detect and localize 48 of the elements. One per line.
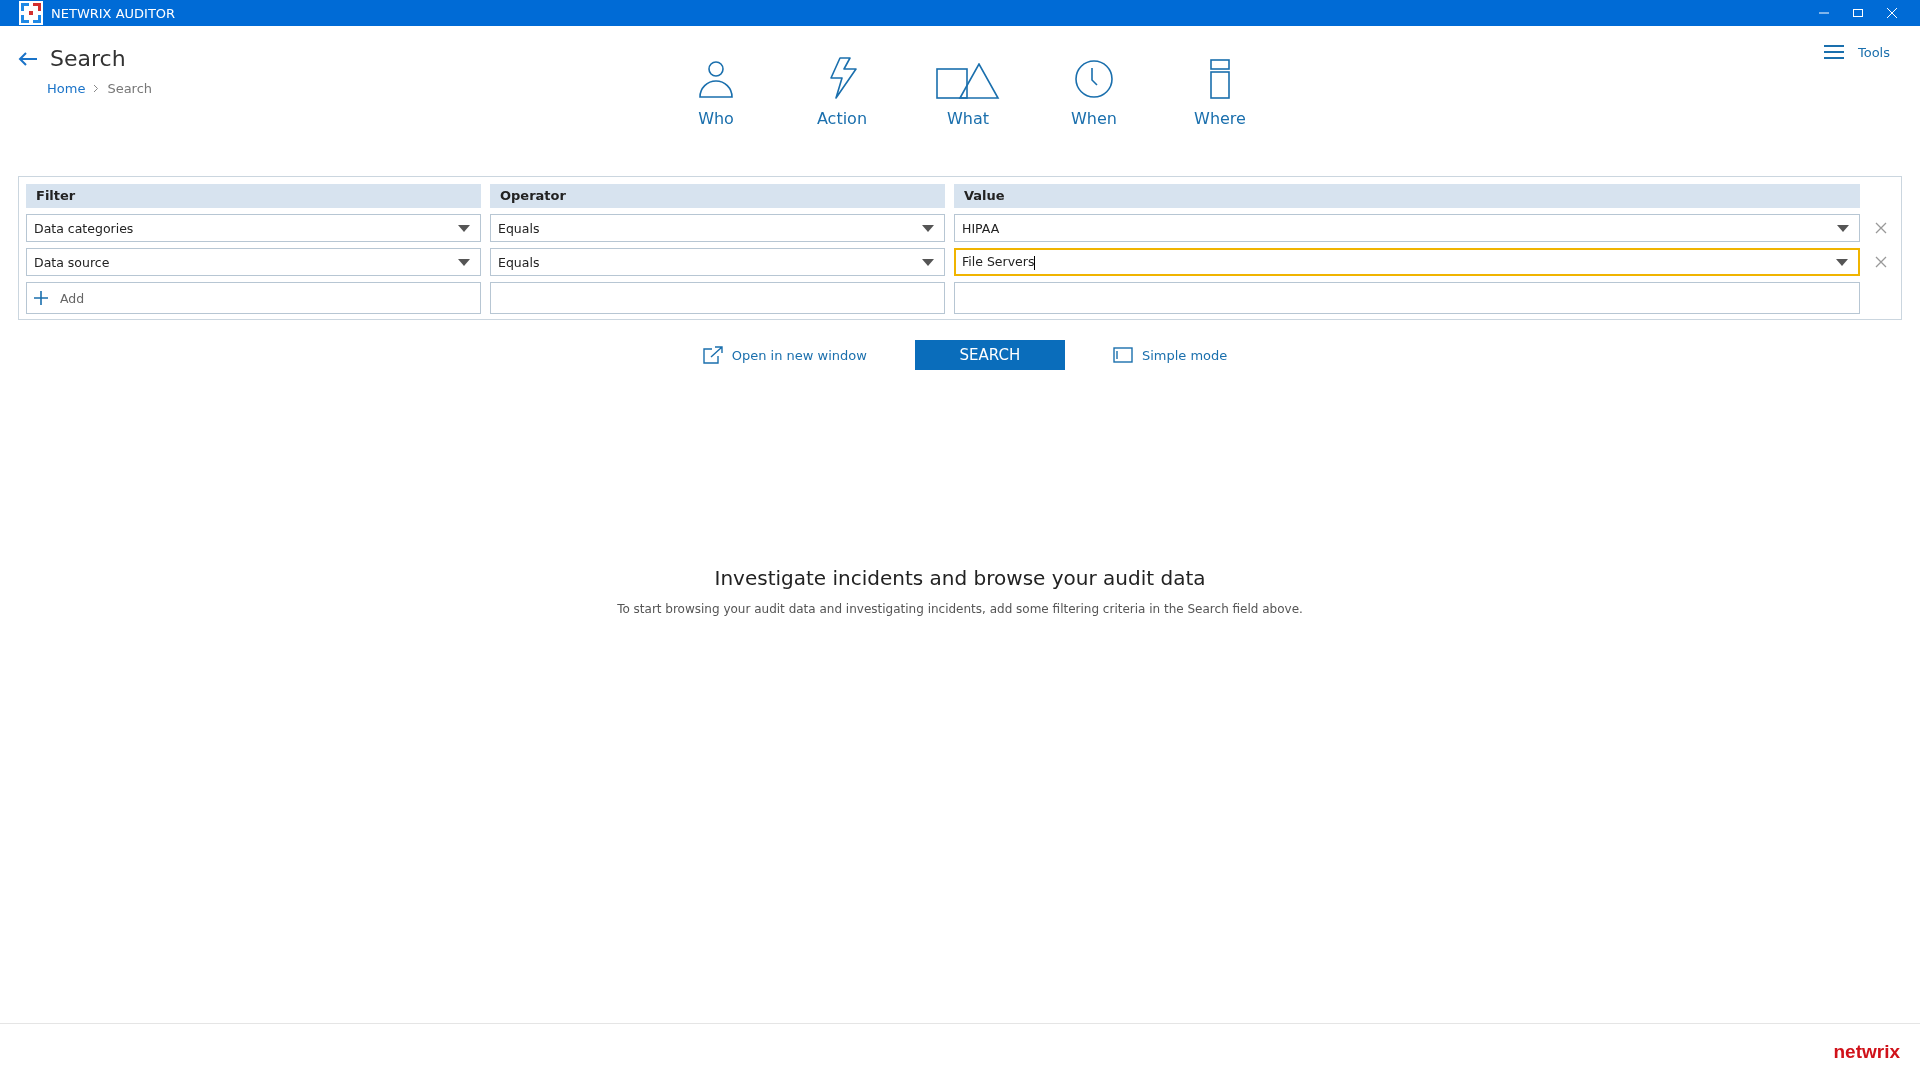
maximize-icon[interactable] [1852,7,1864,19]
operator-dropdown[interactable]: Equals [490,214,945,242]
caret-icon [922,258,934,266]
server-icon [1209,59,1231,99]
shapes-icon [936,63,1000,99]
filter-dropdown[interactable]: Data categories [26,214,481,242]
page-title: Search [50,46,126,71]
remove-icon[interactable] [1875,222,1887,234]
nav-button[interactable]: Who [653,44,779,128]
caret-icon [922,224,934,232]
clock-icon [1074,59,1114,99]
caret-icon [1836,258,1848,266]
search-button[interactable]: SEARCH [914,340,1065,370]
window-title: NETWRIX AUDITOR [51,5,176,21]
nav-button[interactable]: Where [1157,44,1283,128]
value-combobox[interactable]: HIPAA [954,214,1860,242]
empty-state-heading: Investigate incidents and browse your audit data [714,566,1206,590]
column-header: Filter [26,184,481,208]
nav-button[interactable]: What [905,44,1031,128]
caret-icon [458,224,470,232]
panel-icon [1112,347,1133,363]
value-field[interactable] [954,282,1860,314]
operator-dropdown[interactable]: Equals [490,248,945,276]
person-icon [696,59,736,99]
operator-field[interactable] [490,282,945,314]
plus-icon [34,291,48,305]
caret-icon [458,258,470,266]
breadcrumb-link[interactable]: Home [47,81,86,96]
simple-mode-link[interactable]: Simple mode [1112,347,1228,363]
back-arrow-icon[interactable] [18,50,38,67]
column-header: Value [954,184,1860,208]
filter-dropdown[interactable]: Data source [26,248,481,276]
menu-icon [1823,44,1844,60]
nav-button[interactable]: When [1031,44,1157,128]
tools-menu-button[interactable]: Tools [1823,44,1890,60]
value-combobox[interactable]: File Servers [954,248,1860,276]
add-filter-button[interactable]: Add [26,282,481,314]
caret-icon [1837,224,1849,232]
open-in-new-window-link[interactable]: Open in new window [702,346,867,364]
chevron-icon [93,84,100,93]
brand-logo: netwrix [1833,1041,1900,1063]
breadcrumb-current: Search [107,81,153,96]
column-header: Operator [490,184,945,208]
nav-button[interactable]: Action [779,44,905,128]
close-icon[interactable] [1886,7,1898,19]
empty-state-text: To start browsing your audit data and investigating incidents, add some filtering criteria in the Search field above. [617,602,1303,616]
external-link-icon [702,346,723,364]
remove-icon[interactable] [1875,256,1887,268]
